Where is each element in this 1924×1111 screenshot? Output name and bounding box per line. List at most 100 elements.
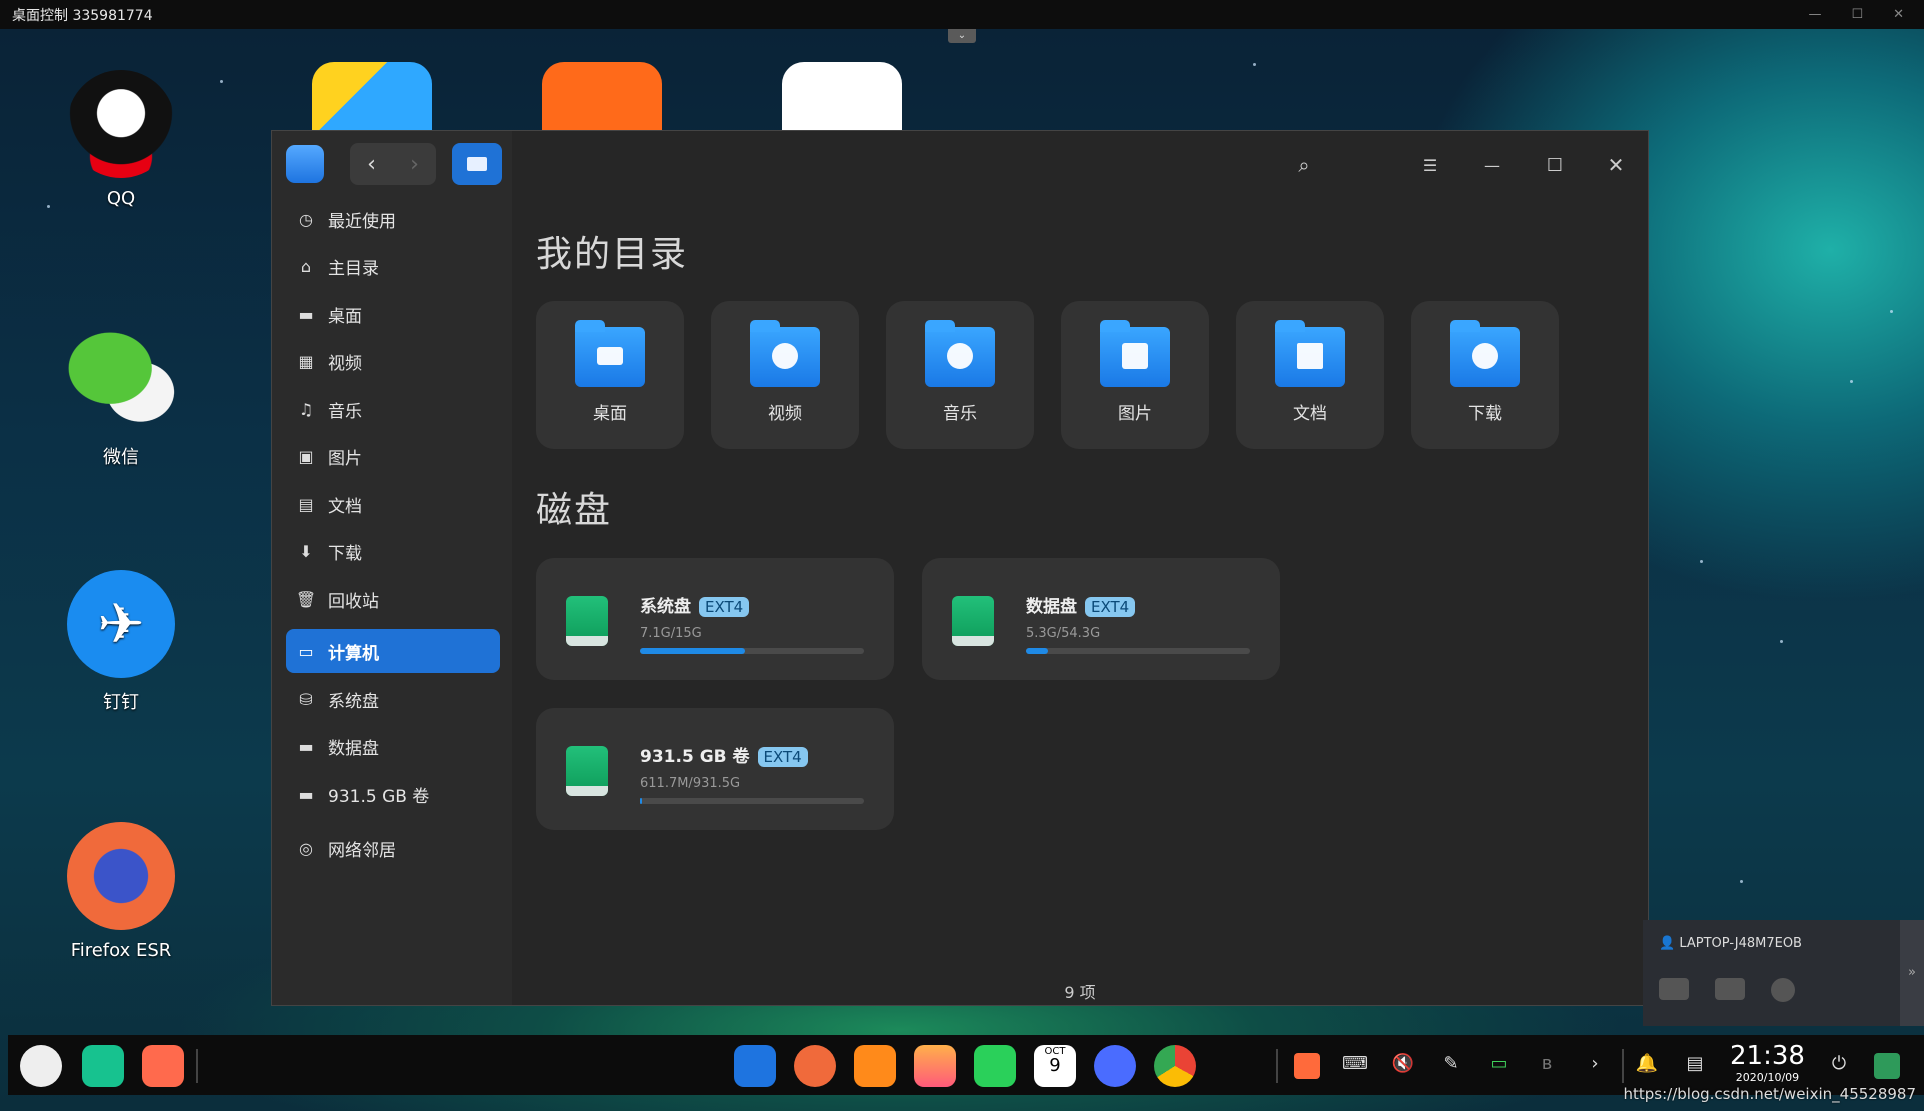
partial-app-icon-people[interactable] [782, 62, 902, 130]
chat-icon[interactable] [1659, 978, 1689, 1000]
partial-app-icon-video[interactable] [312, 62, 432, 130]
power-icon[interactable]: ⏻ [1826, 1053, 1852, 1079]
clock[interactable]: 21:38 2020/10/09 [1730, 1041, 1805, 1084]
collapse-panel-button[interactable]: » [1900, 920, 1924, 1026]
chrome-icon[interactable] [1154, 1045, 1196, 1087]
disk-usage-bar [1026, 648, 1250, 654]
settings-icon[interactable] [1094, 1045, 1136, 1087]
app-grid-icon[interactable] [142, 1045, 184, 1087]
disk-icon: ▬ [298, 736, 314, 756]
desktop-icon-wechat[interactable]: 微信 [46, 325, 196, 469]
folder-document-icon [1275, 320, 1345, 387]
sidebar-item-network[interactable]: ◎ 网络邻居 [286, 826, 500, 870]
multitask-view-icon[interactable] [82, 1045, 124, 1087]
folder-documents[interactable]: 文档 [1236, 301, 1384, 449]
video-icon: ▦ [298, 351, 314, 371]
download-icon: ⬇ [299, 541, 313, 561]
disk-card-data[interactable]: 数据盘 EXT4 5.3G/54.3G [922, 558, 1280, 680]
back-button[interactable]: ‹ [350, 143, 393, 185]
disk-usage-text: 611.7M/931.5G [640, 776, 741, 791]
expand-tray-icon[interactable]: › [1582, 1053, 1608, 1079]
folder-video-icon [750, 320, 820, 387]
sidebar-item-pictures[interactable]: ▣ 图片 [286, 434, 500, 478]
folder-downloads[interactable]: 下载 [1411, 301, 1559, 449]
sidebar-item-volume[interactable]: ▬ 931.5 GB 卷 [286, 772, 500, 816]
desktop-icon-firefox[interactable]: Firefox ESR [46, 822, 196, 961]
folder-videos[interactable]: 视频 [711, 301, 859, 449]
sidebar-item-label: 网络邻居 [328, 840, 396, 861]
minimize-icon: — [1484, 155, 1500, 175]
file-manager-taskbar-icon[interactable] [734, 1045, 776, 1087]
breadcrumb-computer[interactable] [452, 143, 502, 185]
user-icon: 👤 [1659, 936, 1676, 951]
sidebar-item-music[interactable]: ♫ 音乐 [286, 387, 500, 431]
filesystem-badge: EXT4 [699, 597, 750, 617]
remote-maximize-button[interactable]: ☐ [1851, 7, 1863, 22]
folder-music[interactable]: 音乐 [886, 301, 1034, 449]
disk-name: 系统盘 [640, 597, 691, 617]
remote-close-button[interactable]: ✕ [1893, 7, 1904, 22]
sidebar-item-videos[interactable]: ▦ 视频 [286, 339, 500, 383]
search-button[interactable]: ⌕ [1286, 147, 1322, 183]
input-method-icon[interactable]: ▤ [1682, 1053, 1708, 1079]
sidebar-item-data-disk[interactable]: ▬ 数据盘 [286, 724, 500, 768]
bluetooth-icon[interactable]: ʙ [1534, 1053, 1560, 1079]
forward-button[interactable]: › [393, 143, 436, 185]
disk-usage-fill [1026, 648, 1049, 654]
desktop-label-qq: QQ [106, 188, 136, 209]
sidebar-item-home[interactable]: ⌂ 主目录 [286, 244, 500, 288]
close-button[interactable]: ✕ [1598, 147, 1634, 183]
notification-icon[interactable]: 🔔 [1634, 1053, 1660, 1079]
screenshot-tray-icon[interactable] [1294, 1053, 1320, 1079]
desktop-icon-dingtalk[interactable]: ✈ 钉钉 [46, 570, 196, 714]
image-viewer-icon[interactable] [914, 1045, 956, 1087]
remote-minimize-button[interactable]: — [1808, 7, 1821, 22]
keyboard-tray-icon[interactable]: ⌨ [1342, 1053, 1368, 1079]
sidebar-item-downloads[interactable]: ⬇ 下载 [286, 529, 500, 573]
watermark-url: https://blog.csdn.net/weixin_45528987 [1623, 1085, 1916, 1103]
battery-icon[interactable]: ▭ [1486, 1053, 1512, 1079]
app-store-icon[interactable] [854, 1045, 896, 1087]
minimize-button[interactable]: — [1474, 147, 1510, 183]
firefox-taskbar-icon[interactable] [794, 1045, 836, 1087]
close-icon: ✕ [1607, 153, 1625, 177]
sidebar-item-label: 数据盘 [328, 738, 379, 759]
volume-muted-icon[interactable]: 🔇 [1390, 1053, 1416, 1079]
disk-card-system[interactable]: 系统盘 EXT4 7.1G/15G [536, 558, 894, 680]
folder-pictures[interactable]: 图片 [1061, 301, 1209, 449]
sidebar-item-trash[interactable]: 🗑 回收站 [286, 577, 500, 621]
maximize-button[interactable]: ☐ [1537, 147, 1573, 183]
partial-app-icon-player[interactable] [542, 62, 662, 130]
disk-usage-text: 7.1G/15G [640, 626, 702, 641]
firefox-icon [67, 822, 175, 930]
wechat-icon [67, 325, 175, 433]
launcher-icon[interactable] [20, 1045, 62, 1087]
sidebar-item-label: 视频 [328, 353, 362, 374]
computer-icon: ▭ [298, 641, 314, 661]
menu-button[interactable]: ☰ [1412, 147, 1448, 183]
calendar-icon[interactable]: OCT 9 [1034, 1045, 1076, 1087]
search-icon: ⌕ [1298, 153, 1310, 177]
music-player-icon[interactable] [974, 1045, 1016, 1087]
picture-icon: ▣ [298, 446, 314, 466]
folder-desktop[interactable]: 桌面 [536, 301, 684, 449]
trash-taskbar-icon[interactable] [1874, 1053, 1900, 1079]
disk-card-volume[interactable]: 931.5 GB 卷 EXT4 611.7M/931.5G [536, 708, 894, 830]
window-toolbar: ‹ › ⌕ ☰ — ☐ ✕ [272, 131, 1648, 195]
disk-icon: ▬ [298, 784, 314, 804]
sidebar-item-label: 931.5 GB 卷 [328, 786, 430, 807]
disconnect-icon[interactable] [1771, 978, 1795, 1002]
sidebar-item-recent[interactable]: ◷ 最近使用 [286, 197, 500, 241]
sidebar-item-computer[interactable]: ▭ 计算机 [286, 629, 500, 673]
sidebar-item-desktop[interactable]: ▬ 桌面 [286, 292, 500, 336]
trash-icon: 🗑 [295, 589, 317, 609]
sidebar-item-documents[interactable]: ▤ 文档 [286, 482, 500, 526]
keyboard-icon[interactable] [1715, 978, 1745, 1000]
folder-label: 文档 [1293, 404, 1327, 424]
sidebar-item-system-disk[interactable]: ⛁ 系统盘 [286, 677, 500, 721]
remote-dropdown-toggle[interactable]: ⌄ [948, 29, 976, 43]
desktop-icon-qq[interactable]: QQ [46, 70, 196, 209]
network-icon: ◎ [299, 838, 313, 858]
volume-disk-icon [566, 746, 608, 796]
pen-icon[interactable]: ✎ [1438, 1053, 1464, 1079]
